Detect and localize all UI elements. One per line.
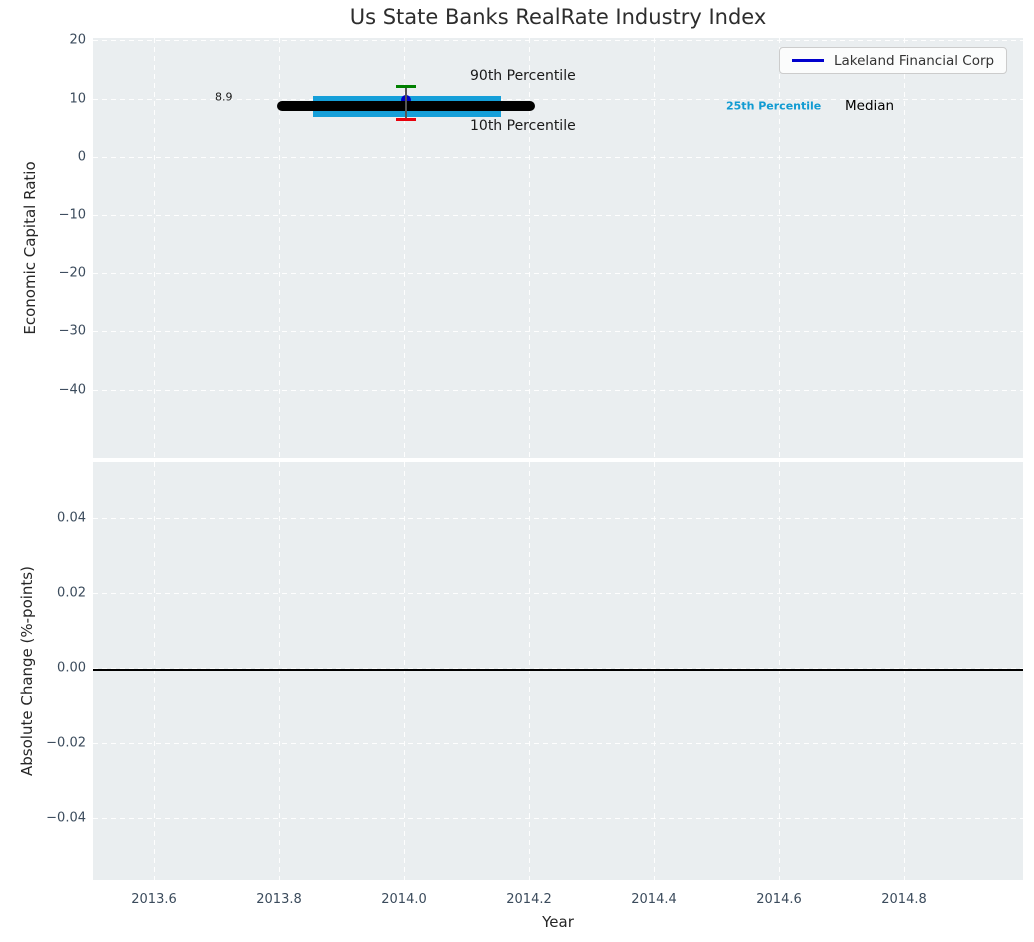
annotation-median: Median <box>845 98 895 114</box>
gridline <box>93 593 1023 594</box>
gridline <box>93 215 1023 216</box>
bottom-plot <box>93 462 1023 880</box>
y-axis-label-top: Economic Capital Ratio <box>21 161 39 335</box>
gridline <box>154 38 155 458</box>
gridline <box>279 462 280 880</box>
legend: Lakeland Financial Corp <box>779 47 1008 74</box>
annotation-25th-percentile: 25th Percentile <box>726 99 822 113</box>
gridline <box>93 390 1023 391</box>
gridline <box>93 40 1023 41</box>
gridline <box>154 462 155 880</box>
annotation-10th-percentile: 10th Percentile <box>470 118 576 134</box>
x-tick-label: 2013.6 <box>131 892 177 907</box>
errorbar-cap-10th <box>396 118 416 121</box>
top-plot: 8.9 90th Percentile 10th Percentile 25th… <box>93 38 1023 458</box>
x-tick-label: 2014.2 <box>506 892 552 907</box>
errorbar-line <box>405 87 407 119</box>
gridline <box>93 818 1023 819</box>
y-tick-label: −40 <box>58 382 86 398</box>
x-tick-label: 2014.0 <box>381 892 427 907</box>
legend-label: Lakeland Financial Corp <box>834 52 995 69</box>
gridline <box>404 462 405 880</box>
y-tick-label: 20 <box>69 32 86 48</box>
legend-line-icon <box>792 59 824 62</box>
y-tick-label: −0.04 <box>46 810 86 826</box>
gridline <box>93 157 1023 158</box>
annotation-90th-percentile: 90th Percentile <box>470 68 576 84</box>
gridline <box>654 462 655 880</box>
gridline <box>904 462 905 880</box>
gridline <box>93 273 1023 274</box>
y-axis-label-bottom: Absolute Change (%-points) <box>18 566 36 776</box>
chart-canvas: Us State Banks RealRate Industry Index 8… <box>0 0 1034 942</box>
zero-line <box>93 669 1023 671</box>
gridline <box>93 518 1023 519</box>
x-tick-label: 2013.8 <box>256 892 302 907</box>
errorbar-cap-90th <box>396 85 416 88</box>
x-tick-label: 2014.8 <box>881 892 927 907</box>
gridline <box>779 462 780 880</box>
gridline <box>904 38 905 458</box>
y-tick-label: 0.04 <box>57 510 86 526</box>
x-tick-label: 2014.6 <box>756 892 802 907</box>
x-axis-label: Year <box>542 913 574 931</box>
gridline <box>654 38 655 458</box>
gridline <box>529 462 530 880</box>
gridline <box>93 743 1023 744</box>
chart-title: Us State Banks RealRate Industry Index <box>349 5 767 29</box>
annotation-value: 8.9 <box>215 90 233 104</box>
gridline <box>93 331 1023 332</box>
y-tick-label: 10 <box>69 91 86 107</box>
x-tick-label: 2014.4 <box>631 892 677 907</box>
